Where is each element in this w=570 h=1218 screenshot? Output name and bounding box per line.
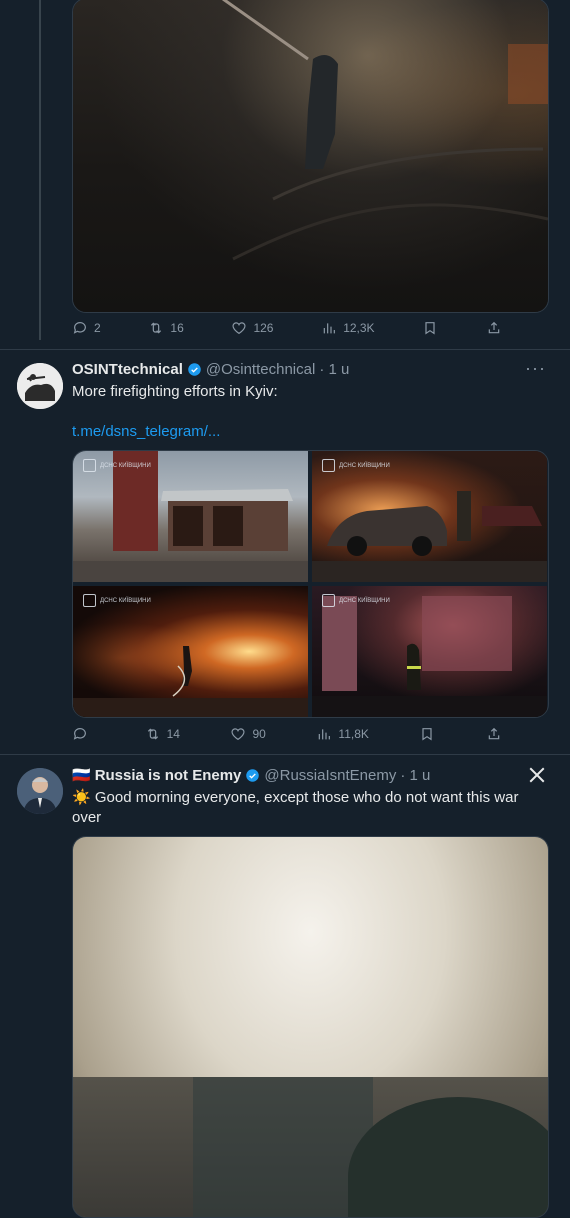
more-icon[interactable]: ···	[525, 358, 546, 379]
display-name[interactable]: OSINTtechnical	[72, 361, 183, 378]
like-icon	[232, 322, 247, 335]
like-button[interactable]: 90	[230, 726, 266, 742]
views-button[interactable]: 12,3K	[321, 320, 375, 336]
post1-photo[interactable]	[72, 0, 549, 313]
verified-icon	[246, 768, 260, 782]
views-count: 12,3K	[343, 321, 375, 335]
share-icon	[488, 727, 500, 740]
bookmark-button[interactable]	[419, 726, 435, 742]
views-button[interactable]: 11,8K	[316, 726, 369, 742]
reply-icon	[73, 322, 86, 334]
photo-2[interactable]: ДСНС КИЇВЩИНИ	[312, 451, 547, 582]
views-icon	[323, 323, 336, 334]
post3-text: ☀️ Good morning everyone, except those w…	[72, 788, 542, 828]
post2-text: More firefighting efforts in Kyiv:	[72, 383, 278, 400]
bookmark-icon	[425, 322, 435, 335]
like-count: 90	[252, 727, 266, 741]
post2-header: OSINTtechnical @Osinttechnical · 1 u	[72, 361, 349, 378]
x-logo-icon[interactable]	[528, 766, 546, 784]
post3-body: Good morning everyone, except those who …	[72, 789, 519, 826]
post2-media-grid: ДСНС КИЇВЩИНИ ДСНС КИЇВЩИНИ ДСНС КИЇВЩИН…	[72, 450, 549, 718]
views-count: 11,8K	[338, 727, 369, 741]
repost-icon	[147, 728, 158, 740]
repost-icon	[151, 322, 162, 334]
avatar-russiaisntenemy[interactable]	[17, 768, 63, 814]
views-icon	[319, 729, 331, 740]
share-icon	[488, 321, 500, 334]
share-button[interactable]	[486, 320, 502, 336]
reply-count: 2	[94, 321, 101, 335]
bookmark-icon	[422, 728, 433, 741]
post3-video[interactable]	[72, 836, 549, 1218]
timestamp[interactable]: · 1 u	[319, 361, 349, 378]
post2-actions: 14 90 11,8K	[72, 724, 502, 744]
verified-icon	[188, 363, 201, 376]
like-icon	[231, 728, 246, 741]
handle[interactable]: @Osinttechnical	[206, 361, 315, 378]
post1-actions: 2 16 126 12,3K	[72, 318, 502, 338]
like-count: 126	[253, 321, 274, 335]
thread-line	[39, 0, 41, 340]
sun-icon: ☀️	[72, 789, 91, 806]
photo-1[interactable]: ДСНС КИЇВЩИНИ	[73, 451, 308, 582]
post2-link[interactable]: t.me/dsns_telegram/...	[72, 422, 542, 442]
repost-count: 16	[170, 321, 184, 335]
avatar-osinttechnical[interactable]	[17, 363, 63, 409]
like-button[interactable]: 126	[231, 320, 273, 336]
reply-button[interactable]	[72, 726, 94, 742]
divider	[0, 754, 570, 755]
watermark: ДСНС КИЇВЩИНИ	[322, 594, 390, 607]
watermark: ДСНС КИЇВЩИНИ	[83, 594, 151, 607]
divider	[0, 349, 570, 350]
reply-button[interactable]: 2	[72, 320, 101, 336]
repost-button[interactable]: 16	[148, 320, 184, 336]
reply-icon	[73, 728, 86, 740]
bookmark-button[interactable]	[422, 320, 438, 336]
handle[interactable]: @RussiaIsntEnemy	[264, 767, 396, 784]
display-name[interactable]: Russia is not Enemy	[95, 767, 242, 784]
watermark: ДСНС КИЇВЩИНИ	[83, 459, 151, 472]
photo-3[interactable]: ДСНС КИЇВЩИНИ	[73, 586, 308, 717]
repost-button[interactable]: 14	[145, 726, 180, 742]
photo-4[interactable]: ДСНС КИЇВЩИНИ	[312, 586, 547, 717]
post3-header: 🇷🇺 Russia is not Enemy @RussiaIsntEnemy …	[72, 766, 430, 785]
timestamp[interactable]: · 1 u	[400, 767, 430, 784]
repost-count: 14	[166, 727, 180, 741]
watermark: ДСНС КИЇВЩИНИ	[322, 459, 390, 472]
flag-icon: 🇷🇺	[72, 767, 91, 784]
share-button[interactable]	[486, 726, 502, 742]
